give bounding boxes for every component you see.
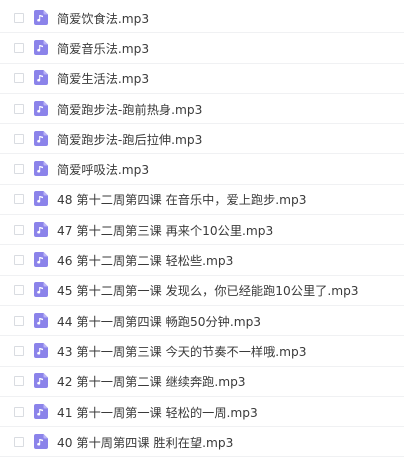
music-file-icon xyxy=(34,252,48,268)
select-checkbox[interactable] xyxy=(14,345,24,356)
music-file-icon xyxy=(34,221,48,237)
file-row[interactable]: 44 第十一周第四课 畅跑50分钟.mp3 xyxy=(0,306,404,337)
file-row[interactable]: 42 第十一周第二课 继续奔跑.mp3 xyxy=(0,367,404,397)
music-file-icon xyxy=(34,312,48,328)
music-file-icon xyxy=(34,191,48,207)
music-file-icon xyxy=(34,100,48,116)
file-row[interactable]: 简爱饮食法.mp3 xyxy=(0,3,404,34)
file-name[interactable]: 46 第十二周第二课 轻松些.mp3 xyxy=(57,245,233,274)
file-name[interactable]: 41 第十一周第一课 轻松的一周.mp3 xyxy=(57,397,258,426)
select-checkbox[interactable] xyxy=(14,436,24,447)
music-file-icon xyxy=(34,403,48,419)
file-name[interactable]: 48 第十二周第四课 在音乐中，爱上跑步.mp3 xyxy=(57,185,307,214)
select-checkbox[interactable] xyxy=(14,376,24,387)
select-checkbox[interactable] xyxy=(14,224,24,235)
file-row[interactable]: 47 第十二周第三课 再来个10公里.mp3 xyxy=(0,215,404,246)
select-checkbox[interactable] xyxy=(14,73,24,84)
select-checkbox[interactable] xyxy=(14,315,24,326)
file-name[interactable]: 简爱音乐法.mp3 xyxy=(57,33,149,62)
music-file-icon xyxy=(34,39,48,55)
file-name[interactable]: 45 第十二周第一课 发现么，你已经能跑10公里了.mp3 xyxy=(57,276,359,305)
file-row[interactable]: 简爱生活法.mp3 xyxy=(0,64,404,94)
select-checkbox[interactable] xyxy=(14,406,24,417)
music-file-icon xyxy=(34,373,48,389)
file-name[interactable]: 简爱呼吸法.mp3 xyxy=(57,154,149,183)
select-checkbox[interactable] xyxy=(14,285,24,296)
file-row[interactable]: 48 第十二周第四课 在音乐中，爱上跑步.mp3 xyxy=(0,185,404,216)
file-name[interactable]: 简爱饮食法.mp3 xyxy=(57,3,149,32)
file-name[interactable]: 44 第十一周第四课 畅跑50分钟.mp3 xyxy=(57,306,261,335)
file-name[interactable]: 简爱生活法.mp3 xyxy=(57,64,149,93)
file-row[interactable]: 简爱呼吸法.mp3 xyxy=(0,154,404,185)
file-row[interactable]: 43 第十一周第三课 今天的节奏不一样哦.mp3 xyxy=(0,336,404,367)
music-file-icon xyxy=(34,70,48,86)
select-checkbox[interactable] xyxy=(14,194,24,205)
music-file-icon xyxy=(34,130,48,146)
select-checkbox[interactable] xyxy=(14,255,24,266)
select-checkbox[interactable] xyxy=(14,12,24,23)
select-checkbox[interactable] xyxy=(14,164,24,175)
music-file-icon xyxy=(34,282,48,298)
select-checkbox[interactable] xyxy=(14,103,24,114)
file-row[interactable]: 45 第十二周第一课 发现么，你已经能跑10公里了.mp3 xyxy=(0,276,404,306)
file-row[interactable]: 41 第十一周第一课 轻松的一周.mp3 xyxy=(0,397,404,428)
file-row[interactable]: 40 第十周第四课 胜利在望.mp3 xyxy=(0,427,404,458)
file-name[interactable]: 40 第十周第四课 胜利在望.mp3 xyxy=(57,427,233,456)
file-row[interactable]: 46 第十二周第二课 轻松些.mp3 xyxy=(0,245,404,276)
file-name[interactable]: 42 第十一周第二课 继续奔跑.mp3 xyxy=(57,367,246,396)
file-name[interactable]: 简爱跑步法-跑后拉伸.mp3 xyxy=(57,124,202,153)
file-row[interactable]: 简爱音乐法.mp3 xyxy=(0,33,404,64)
music-file-icon xyxy=(34,342,48,358)
file-row[interactable]: 简爱跑步法-跑后拉伸.mp3 xyxy=(0,124,404,155)
file-row[interactable]: 简爱跑步法-跑前热身.mp3 xyxy=(0,94,404,125)
file-list: 简爱饮食法.mp3 简爱音乐法.mp3 简爱生活法.mp3 简爱跑步法-跑前热身… xyxy=(0,3,404,458)
music-file-icon xyxy=(34,433,48,449)
file-name[interactable]: 43 第十一周第三课 今天的节奏不一样哦.mp3 xyxy=(57,336,307,365)
select-checkbox[interactable] xyxy=(14,133,24,144)
file-name[interactable]: 47 第十二周第三课 再来个10公里.mp3 xyxy=(57,215,273,244)
select-checkbox[interactable] xyxy=(14,42,24,53)
music-file-icon xyxy=(34,9,48,25)
file-name[interactable]: 简爱跑步法-跑前热身.mp3 xyxy=(57,94,202,123)
music-file-icon xyxy=(34,161,48,177)
